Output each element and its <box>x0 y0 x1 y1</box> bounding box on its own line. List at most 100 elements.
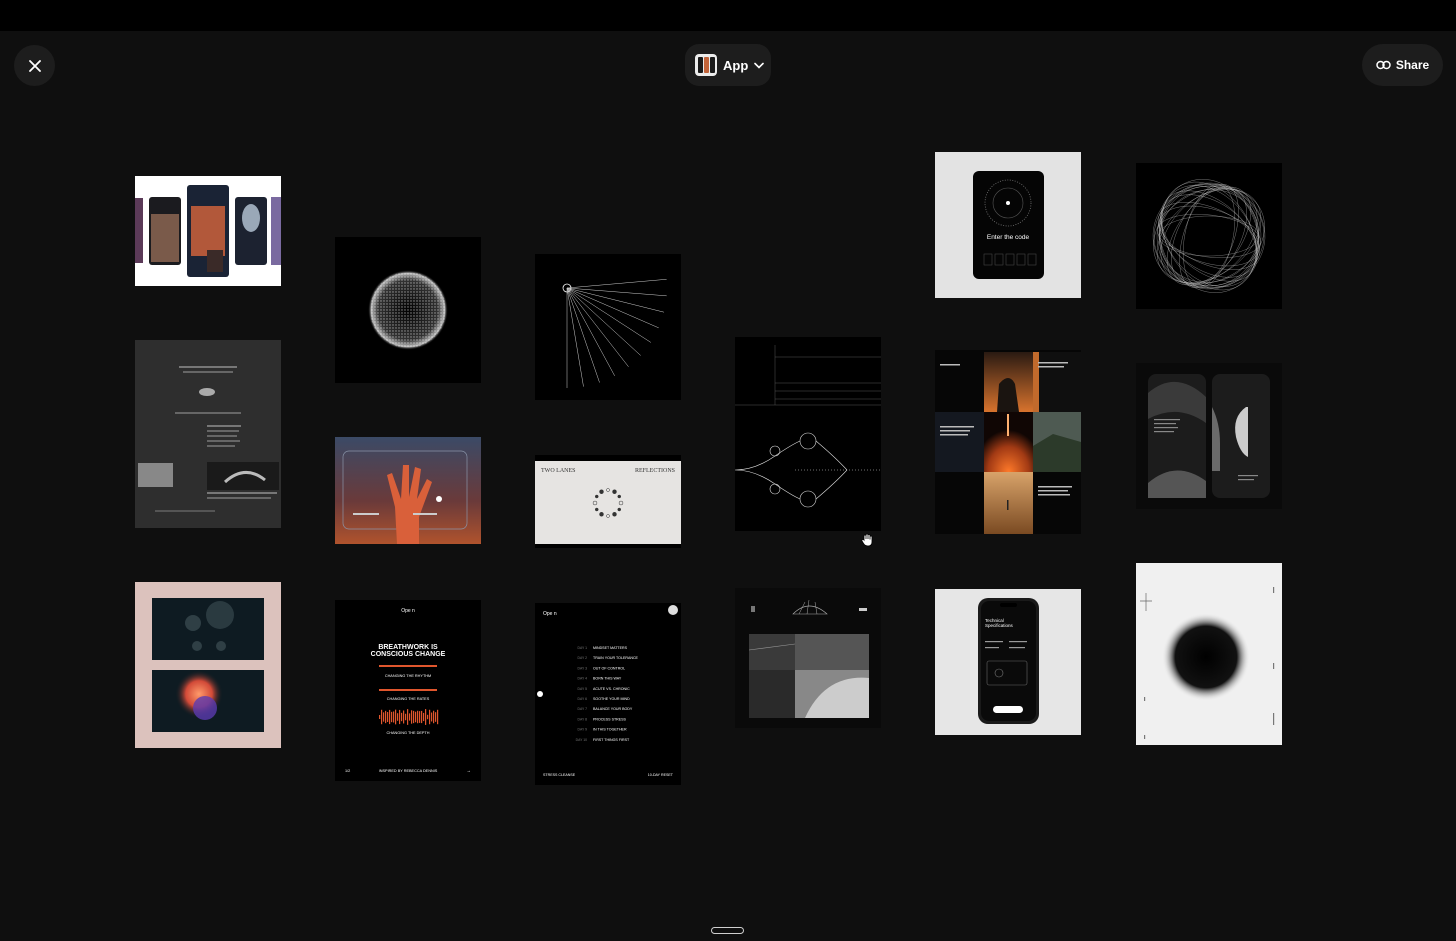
program-day-title: ACUTE VS. CHRONIC <box>593 687 630 691</box>
waveform-bar <box>379 715 381 719</box>
waveform-bar <box>425 709 427 725</box>
waveform-bar <box>433 710 435 724</box>
waveform-bar <box>381 709 383 725</box>
tile-ten-day-program[interactable]: Ope n DAY 1 MINDSET MATTERS DAY 2 TRAIN YOU… <box>535 603 681 785</box>
program-image: Ope n DAY 1 MINDSET MATTERS DAY 2 TRAIN YOU… <box>537 605 678 777</box>
program-day-title: TRAIN YOUR TOLERANCE <box>593 656 639 660</box>
waveform-bar <box>407 709 409 725</box>
program-day-number: DAY 3 <box>578 666 588 670</box>
waveform-bar <box>397 713 399 721</box>
close-icon <box>28 59 41 72</box>
wireframe-collage-image <box>748 599 869 718</box>
tile-blur-orb[interactable] <box>1136 563 1282 745</box>
program-day-number: DAY 6 <box>578 697 588 701</box>
tile-portrait-screens[interactable] <box>1136 363 1282 509</box>
particle-sphere-image <box>368 270 448 350</box>
poster-footer-left: 1/2 <box>345 769 350 773</box>
waveform-bar <box>405 713 407 721</box>
wire-loop <box>1158 183 1260 289</box>
pink-dashboard-image <box>152 598 264 732</box>
tile-wireframe-collage[interactable] <box>735 588 881 728</box>
program-day-number: DAY 9 <box>578 728 588 732</box>
program-day-title: SOOTHE YOUR MIND <box>593 697 630 701</box>
wire-loop <box>1156 182 1262 290</box>
hand-cursor-icon <box>861 533 873 547</box>
collection-label: App <box>723 57 749 73</box>
radial-line <box>566 287 600 383</box>
waveform-bar <box>403 710 405 724</box>
enter-code-image: Enter the code <box>973 171 1044 279</box>
share-label: Share <box>1395 58 1430 72</box>
portrait-screens-image <box>1148 374 1270 498</box>
waveform-bar <box>387 712 389 722</box>
radial-lines-image <box>562 279 667 388</box>
program-day-list: DAY 1 MINDSET MATTERS DAY 2 TRAIN YOUR TOLE… <box>576 646 639 742</box>
waveform-bar <box>417 710 419 724</box>
share-button[interactable]: Share <box>1362 44 1443 86</box>
breathwork-poster-image: Ope n BREATHWORK IS CONSCIOUS CHANGE CHA… <box>345 608 471 773</box>
ring-dot <box>599 489 604 494</box>
tile-two-lanes[interactable]: TWO LANES REFLECTIONS <box>535 455 681 548</box>
tile-radial-lines[interactable] <box>535 254 681 400</box>
poster-title-line1: BREATHWORK IS <box>378 644 438 651</box>
program-day-title: IN THIS TOGETHER <box>593 728 627 732</box>
program-day-number: DAY 5 <box>578 687 588 691</box>
wire-loop <box>1182 184 1236 288</box>
tile-hand-photo[interactable] <box>335 437 481 544</box>
phone-title-line2: Specifications <box>985 623 1014 628</box>
waveform-bar <box>409 713 411 721</box>
collection-switcher[interactable]: App <box>685 44 771 86</box>
program-day-title: MINDSET MATTERS <box>593 646 628 650</box>
ring-dot <box>612 512 617 517</box>
ring-dot <box>617 507 622 512</box>
program-day-title: FIRST THINGS FIRST <box>593 738 630 742</box>
wire-loop <box>1160 188 1258 284</box>
waveform-bar <box>435 712 437 722</box>
ring-dot <box>594 507 599 512</box>
poster-title-line2: CONSCIOUS CHANGE <box>371 651 446 658</box>
tile-app-screens-portraits[interactable] <box>135 176 281 286</box>
radial-line <box>566 279 667 289</box>
waveform-bar <box>413 710 415 724</box>
program-day-number: DAY 2 <box>578 656 588 660</box>
tile-phone-specs[interactable]: Technical Specifications <box>935 589 1081 735</box>
tile-photo-grid[interactable] <box>935 350 1081 534</box>
waveform-bar <box>419 711 421 723</box>
tile-pink-dashboard[interactable] <box>135 582 281 748</box>
chevron-down-icon <box>754 62 765 69</box>
waveform-bar <box>393 711 395 723</box>
tile-particle-sphere[interactable] <box>335 237 481 383</box>
waveform-bar <box>401 712 403 722</box>
waveform-bar <box>411 710 413 724</box>
waveform-bar <box>421 710 423 724</box>
tile-wire-sphere[interactable] <box>1136 163 1282 309</box>
home-indicator[interactable] <box>711 927 744 934</box>
program-day-number: DAY 1 <box>578 646 588 650</box>
waveform-bar <box>399 709 401 725</box>
poster-caption-rhythm: CHANGING THE RHYTHM <box>385 674 431 678</box>
radial-line <box>566 287 652 343</box>
wire-sphere-image <box>1152 179 1266 293</box>
close-button[interactable] <box>14 45 55 86</box>
tile-breathwork-poster[interactable]: Ope n BREATHWORK IS CONSCIOUS CHANGE CHA… <box>335 600 481 781</box>
blur-orb-image <box>1140 587 1275 739</box>
program-footer-right: 10-DAY RESET <box>648 773 674 777</box>
hand-photo-image <box>335 437 481 544</box>
phone-specs-image: Technical Specifications <box>978 598 1039 724</box>
waveform-bar <box>385 710 387 724</box>
link-icon <box>1376 60 1391 70</box>
waveform-bar <box>383 712 385 722</box>
waveform-bar <box>389 709 391 725</box>
tile-article-layout[interactable] <box>135 340 281 528</box>
two-lanes-right-title: REFLECTIONS <box>635 468 675 474</box>
two-lanes-image: TWO LANES REFLECTIONS <box>535 461 681 544</box>
waveform-bar <box>437 709 439 725</box>
tile-enter-code[interactable]: Enter the code <box>935 152 1081 298</box>
program-footer-left: STRESS CLEANSE <box>543 773 576 777</box>
poster-brand: Ope n <box>401 608 415 614</box>
ring-dot <box>599 512 604 517</box>
waveform-bar <box>415 711 417 723</box>
poster-caption-rates: CHANGING THE RATES <box>387 697 430 701</box>
radial-line <box>566 287 629 367</box>
tile-node-diagram[interactable] <box>735 337 881 531</box>
